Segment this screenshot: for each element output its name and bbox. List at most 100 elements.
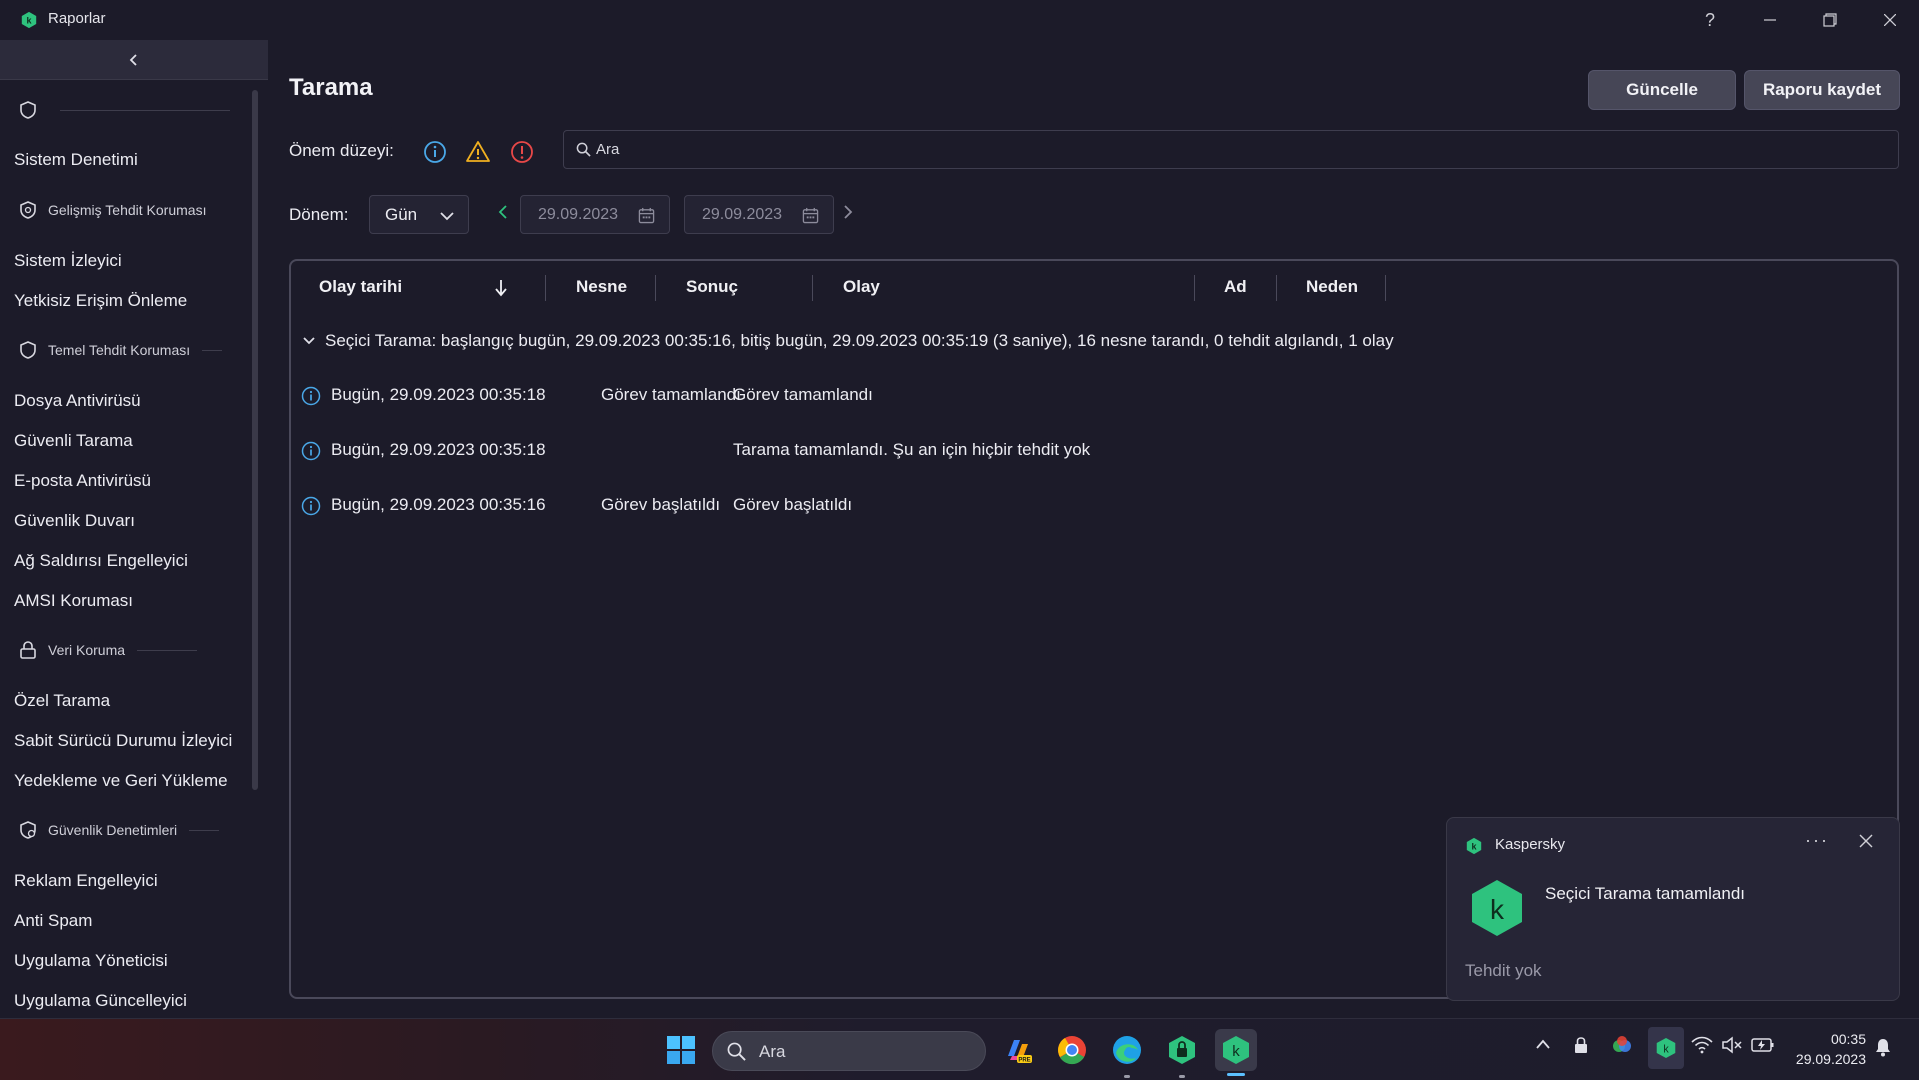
copilot-icon: PRE (1008, 1040, 1032, 1064)
svg-text:k: k (1663, 1043, 1669, 1055)
taskbar-search-placeholder: Ara (759, 1042, 786, 1061)
tray-color-app[interactable] (1612, 1035, 1632, 1060)
warning-severity-icon[interactable] (466, 140, 490, 164)
next-period-button[interactable] (843, 205, 853, 224)
notification-center-button[interactable] (1874, 1037, 1892, 1062)
scan-group-row[interactable]: Seçici Tarama: başlangıç bugün, 29.09.20… (303, 331, 1394, 351)
sidebar-item-yedekleme[interactable]: Yedekleme ve Geri Yükleme (14, 771, 228, 791)
tray-battery[interactable] (1751, 1037, 1775, 1058)
row-date: Bugün, 29.09.2023 00:35:18 (331, 440, 546, 459)
search-icon (727, 1042, 746, 1066)
table-row[interactable]: Bugün, 29.09.2023 00:35:18 Tarama tamaml… (301, 436, 1881, 466)
minimize-button[interactable] (1740, 0, 1800, 40)
period-value: Gün (385, 205, 418, 224)
shield-advanced-icon (18, 200, 38, 220)
info-icon (301, 386, 321, 411)
shield-basic-icon (18, 340, 38, 360)
sidebar-collapse-button[interactable] (0, 40, 268, 80)
date-to-field[interactable]: 29.09.2023 (684, 195, 834, 234)
taskbar-app-chrome[interactable] (1051, 1029, 1093, 1071)
sidebar-item-sabit-surucu[interactable]: Sabit Sürücü Durumu İzleyici (14, 731, 232, 751)
sidebar-item-yetkisiz-erisim[interactable]: Yetkisiz Erişim Önleme (14, 291, 187, 311)
column-header-reason[interactable]: Neden (1306, 277, 1358, 297)
save-report-button[interactable]: Raporu kaydet (1744, 70, 1900, 110)
search-icon (576, 142, 591, 162)
tray-volume-muted[interactable] (1721, 1036, 1743, 1059)
info-severity-icon[interactable] (423, 140, 447, 164)
column-separator[interactable] (812, 275, 813, 301)
taskbar-app-kaspersky[interactable]: k (1215, 1029, 1257, 1071)
help-button[interactable]: ? (1680, 0, 1740, 40)
info-icon (301, 441, 321, 466)
date-from-field[interactable]: 29.09.2023 (520, 195, 670, 234)
column-header-event[interactable]: Olay (843, 277, 880, 297)
taskbar-clock[interactable]: 00:35 29.09.2023 (1788, 1029, 1866, 1069)
sidebar-item-uygulama-guncelleyici[interactable]: Uygulama Güncelleyici (14, 991, 187, 1011)
battery-charging-icon (1751, 1038, 1774, 1052)
date-from-value: 29.09.2023 (538, 206, 619, 223)
table-row[interactable]: Bugün, 29.09.2023 00:35:18 Görev tamamla… (301, 381, 1881, 411)
chevron-left-icon (498, 205, 507, 219)
restore-button[interactable] (1800, 0, 1860, 40)
running-indicator (1179, 1075, 1185, 1078)
notification-toast[interactable]: k Kaspersky ··· k Seçici Tarama tamamlan… (1446, 817, 1900, 1001)
page-title: Tarama (289, 74, 373, 101)
row-event: Görev başlatıldı (733, 495, 853, 514)
section-divider (60, 109, 230, 111)
tray-wifi[interactable] (1691, 1036, 1713, 1059)
tray-vpn-lock[interactable] (1573, 1035, 1589, 1060)
column-header-result[interactable]: Sonuç (686, 277, 738, 297)
show-hidden-icons-button[interactable] (1535, 1037, 1551, 1055)
sidebar-item-anti-spam[interactable]: Anti Spam (14, 911, 92, 931)
period-dropdown[interactable]: Gün (369, 195, 469, 234)
sidebar-item-uygulama-yoneticisi[interactable]: Uygulama Yöneticisi (14, 951, 168, 971)
column-separator[interactable] (1385, 275, 1386, 301)
notification-close-button[interactable] (1859, 834, 1873, 853)
kaspersky-app-icon: k (20, 11, 38, 34)
sidebar-section-basic: Temel Tehdit Koruması (18, 340, 223, 360)
sidebar-item-guvenlik-duvari[interactable]: Güvenlik Duvarı (14, 511, 135, 531)
search-input[interactable]: Ara (563, 130, 1899, 169)
table-row[interactable]: Bugün, 29.09.2023 00:35:16 Görev başlatı… (301, 491, 1881, 521)
svg-text:k: k (1232, 1043, 1240, 1060)
column-header-name[interactable]: Ad (1224, 277, 1247, 297)
taskbar-app-kaspersky-secure[interactable] (1161, 1029, 1203, 1071)
taskbar-search[interactable]: Ara (712, 1031, 986, 1071)
help-icon: ? (1704, 9, 1715, 30)
sidebar-item-dosya-antivirus[interactable]: Dosya Antivirüsü (14, 391, 141, 411)
column-separator[interactable] (655, 275, 656, 301)
start-button[interactable] (660, 1029, 702, 1071)
column-header-object[interactable]: Nesne (576, 277, 627, 297)
sidebar-scrollbar[interactable] (252, 90, 258, 790)
notification-more-button[interactable]: ··· (1805, 830, 1829, 851)
sidebar-item-ozel-tarama[interactable]: Özel Tarama (14, 691, 110, 711)
column-header-event-date[interactable]: Olay tarihi (319, 277, 402, 297)
sidebar-item-reklam[interactable]: Reklam Engelleyici (14, 871, 158, 891)
tray-kaspersky[interactable]: k (1648, 1027, 1684, 1069)
sidebar-item-eposta-antivirus[interactable]: E-posta Antivirüsü (14, 471, 151, 491)
lock-icon (1575, 1037, 1587, 1053)
column-separator[interactable] (1276, 275, 1277, 301)
previous-period-button[interactable] (498, 205, 508, 224)
sidebar-item-amsi[interactable]: AMSI Koruması (14, 591, 133, 611)
sidebar-item-ag-saldirisi[interactable]: Ağ Saldırısı Engelleyici (14, 551, 188, 571)
sidebar-item-sistem-denetimi[interactable]: Sistem Denetimi (14, 150, 138, 170)
sidebar-item-sistem-izleyici[interactable]: Sistem İzleyici (14, 251, 122, 271)
sort-descending-icon[interactable] (495, 279, 507, 302)
error-severity-icon[interactable] (510, 140, 534, 164)
search-placeholder: Ara (596, 141, 620, 158)
sidebar-item-guvenli-tarama[interactable]: Güvenli Tarama (14, 431, 133, 451)
column-separator[interactable] (1194, 275, 1195, 301)
update-button[interactable]: Güncelle (1588, 70, 1736, 110)
taskbar-app-copilot[interactable]: PRE (997, 1029, 1039, 1071)
close-icon (1859, 834, 1873, 848)
column-separator[interactable] (545, 275, 546, 301)
row-event: Tarama tamamlandı. Şu an için hiçbir teh… (733, 440, 1091, 459)
taskbar-app-edge[interactable] (1106, 1029, 1148, 1071)
running-indicator (1124, 1075, 1130, 1078)
close-button[interactable] (1860, 0, 1919, 40)
kaspersky-icon: k (1223, 1036, 1249, 1064)
calendar-icon[interactable] (802, 207, 819, 229)
calendar-icon[interactable] (638, 207, 655, 229)
period-label: Dönem: (289, 205, 349, 224)
